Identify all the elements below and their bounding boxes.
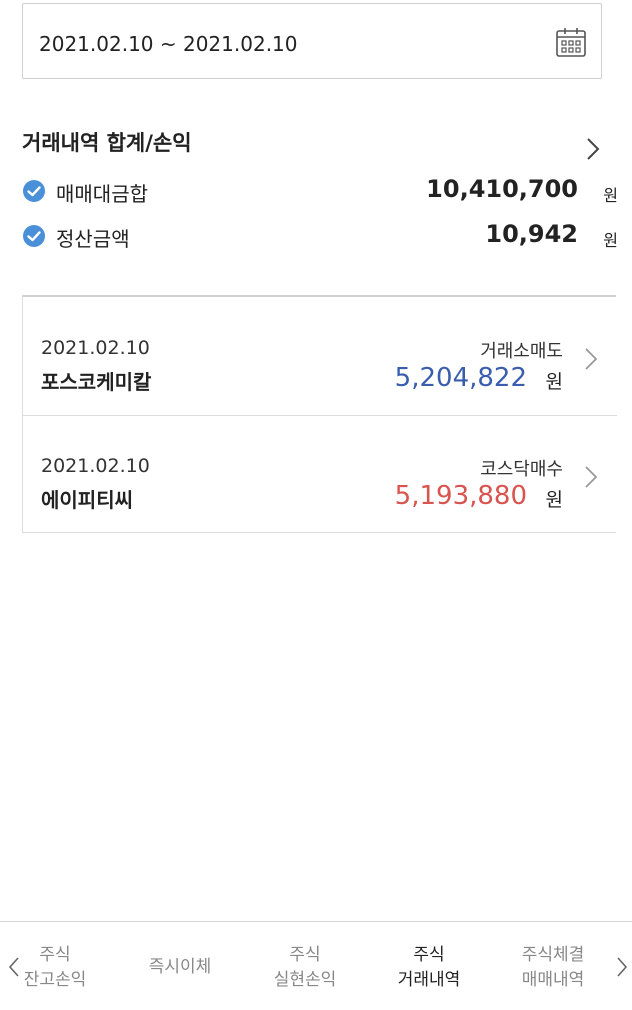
transaction-item[interactable]: 2021.02.10 에이피티씨 코스닥매수 5,193,880 원 [23, 415, 617, 533]
transaction-date: 2021.02.10 [41, 455, 150, 477]
chevron-right-icon [585, 466, 598, 488]
nav-item-realized-pl[interactable]: 주식 실현손익 [255, 943, 355, 993]
transaction-unit: 원 [545, 371, 563, 393]
bottom-nav: 주식 잔고손익 즉시이체 주식 실현손익 주식 거래내역 주식체결 매매내역 [0, 921, 632, 1010]
chevron-right-icon[interactable] [584, 135, 602, 163]
nav-item-stock-balance[interactable]: 주식 잔고손익 [5, 943, 105, 993]
transaction-stock-name: 에이피티씨 [41, 488, 133, 512]
nav-item-label-line1: 주식 [413, 945, 445, 965]
summary-row-settlement: 정산금액 10,942 원 [22, 220, 618, 252]
date-range-text: 2021.02.10 ~ 2021.02.10 [39, 32, 298, 56]
nav-item-label-line1: 주식 [289, 945, 321, 965]
transaction-stock-name: 포스코케미칼 [41, 370, 152, 394]
chevron-right-icon [585, 348, 598, 370]
nav-item-label-line1: 주식체결 [521, 945, 585, 965]
nav-item-transaction-history[interactable]: 주식 거래내역 [379, 943, 479, 993]
check-circle-icon [23, 225, 45, 247]
summary-title: 거래내역 합계/손익 [22, 131, 192, 155]
nav-item-label-line2: 잔고손익 [23, 970, 87, 990]
summary-value: 10,410,700 [426, 175, 578, 203]
transaction-unit: 원 [545, 489, 563, 511]
nav-item-label-line2: 실현손익 [273, 970, 337, 990]
transaction-amount: 5,204,822 [394, 363, 527, 393]
transaction-list: 2021.02.10 포스코케미칼 거래소매도 5,204,822 원 2021… [22, 295, 617, 533]
date-range-picker[interactable]: 2021.02.10 ~ 2021.02.10 [22, 3, 602, 79]
transaction-date: 2021.02.10 [41, 337, 150, 359]
check-circle-icon [23, 180, 45, 202]
nav-item-execution-history[interactable]: 주식체결 매매내역 [503, 943, 603, 993]
summary-unit: 원 [603, 231, 618, 250]
nav-item-label-line2: 거래내역 [397, 970, 461, 990]
transaction-item[interactable]: 2021.02.10 포스코케미칼 거래소매도 5,204,822 원 [23, 297, 617, 416]
chevron-right-icon[interactable] [616, 956, 628, 978]
transaction-type: 거래소매도 [480, 341, 563, 362]
transaction-type: 코스닥매수 [480, 459, 563, 480]
calendar-icon[interactable] [555, 26, 587, 58]
summary-label: 정산금액 [56, 227, 130, 251]
nav-item-label-line1: 주식 [39, 945, 71, 965]
summary-unit: 원 [603, 186, 618, 205]
summary-row-trade-amount: 매매대금합 10,410,700 원 [22, 175, 618, 207]
transaction-amount: 5,193,880 [394, 481, 527, 511]
summary-value: 10,942 [485, 220, 578, 248]
nav-item-label-line1: 즉시이체 [148, 957, 212, 977]
nav-item-label-line2: 매매내역 [521, 970, 585, 990]
summary-label: 매매대금합 [56, 182, 148, 206]
